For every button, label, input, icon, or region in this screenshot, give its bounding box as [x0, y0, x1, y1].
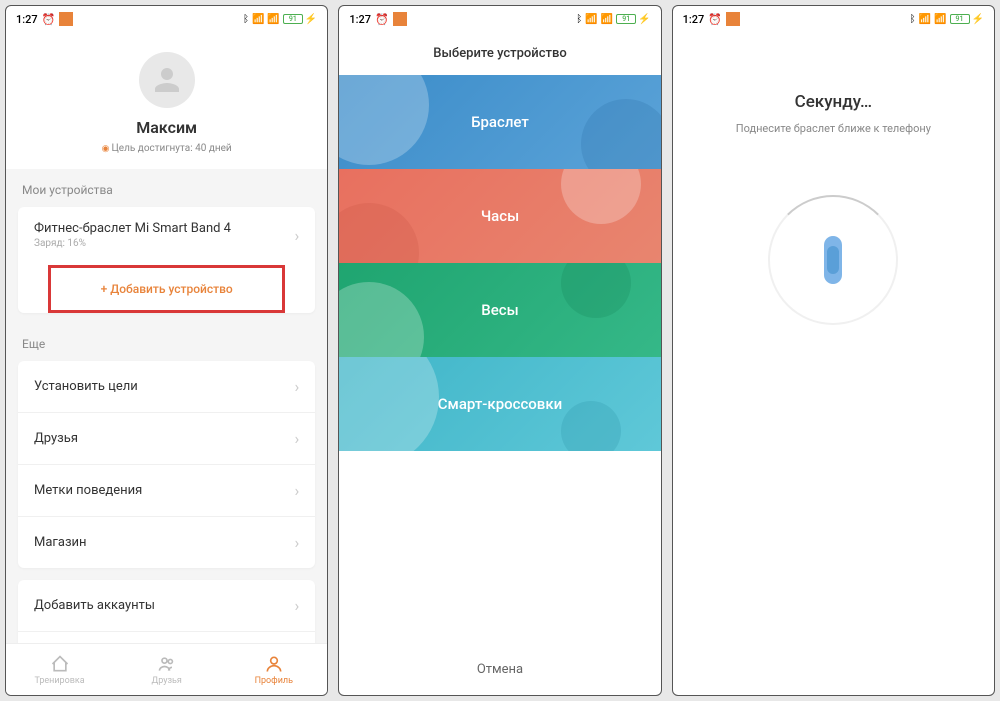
bluetooth-icon: ᛒ — [576, 14, 582, 25]
chevron-right-icon: › — [295, 377, 300, 396]
status-bar: 1:27 ⏰ ᛒ 📶 📶 91⚡ — [339, 6, 660, 32]
pairing-title: Секунду… — [795, 92, 872, 112]
charge-icon: ⚡ — [638, 14, 650, 25]
profile-header: Максим ◉Цель достигнута: 40 дней — [6, 32, 327, 169]
more-card: Установить цели› Друзья› Метки поведения… — [18, 361, 315, 568]
status-bar: 1:27 ⏰ ᛒ 📶 📶 91⚡ — [673, 6, 994, 32]
chevron-right-icon: › — [295, 596, 300, 615]
avatar[interactable] — [139, 52, 195, 108]
goal-icon: ◉ — [102, 144, 110, 154]
wifi-icon: 📶 — [267, 14, 279, 25]
people-icon — [157, 654, 177, 674]
chevron-right-icon: › — [295, 226, 300, 245]
goal-text: ◉Цель достигнута: 40 дней — [6, 143, 327, 154]
band-icon — [824, 236, 842, 284]
app-notif-icon — [59, 12, 73, 26]
devices-card: Фитнес-браслет Mi Smart Band 4 Заряд: 16… — [18, 207, 315, 313]
device-name: Фитнес-браслет Mi Smart Band 4 — [34, 221, 231, 236]
extra-card: Добавить аккаунты› Отчет об ошибке› — [18, 580, 315, 643]
chevron-right-icon: › — [295, 429, 300, 448]
list-item-friends[interactable]: Друзья› — [18, 413, 315, 465]
profile-icon — [264, 654, 284, 674]
list-item-store[interactable]: Магазин› — [18, 517, 315, 568]
bluetooth-icon: ᛒ — [243, 14, 249, 25]
more-section-label: Еще — [6, 323, 327, 361]
signal-icon: 📶 — [252, 14, 264, 25]
cancel-button[interactable]: Отмена — [339, 644, 660, 695]
status-icons: ᛒ 📶 📶 91⚡ — [910, 14, 984, 25]
username: Максим — [6, 118, 327, 137]
status-time: 1:27 — [683, 13, 705, 26]
battery-icon: 91 — [616, 14, 636, 24]
select-device-title: Выберите устройство — [339, 32, 660, 75]
app-notif-icon — [726, 12, 740, 26]
list-item-add-accounts[interactable]: Добавить аккаунты› — [18, 580, 315, 632]
list-item-report-bug[interactable]: Отчет об ошибке› — [18, 632, 315, 643]
home-icon — [50, 654, 70, 674]
pairing-subtitle: Поднесите браслет ближе к телефону — [736, 122, 931, 135]
bluetooth-icon: ᛒ — [910, 14, 916, 25]
status-time: 1:27 — [16, 13, 38, 26]
screen-profile: 1:27 ⏰ ᛒ 📶 📶 91⚡ Максим ◉Цель достигнута… — [5, 5, 328, 696]
nav-training[interactable]: Тренировка — [6, 644, 113, 695]
nav-profile[interactable]: Профиль — [220, 644, 327, 695]
add-device-button[interactable]: + Добавить устройство — [48, 265, 285, 313]
wifi-icon: 📶 — [934, 14, 946, 25]
wifi-icon: 📶 — [601, 14, 613, 25]
device-type-scale[interactable]: Весы — [339, 263, 660, 357]
status-bar: 1:27 ⏰ ᛒ 📶 📶 91⚡ — [6, 6, 327, 32]
device-row[interactable]: Фитнес-браслет Mi Smart Band 4 Заряд: 16… — [18, 207, 315, 263]
chevron-right-icon: › — [295, 481, 300, 500]
alarm-icon: ⏰ — [42, 13, 56, 26]
charge-icon: ⚡ — [972, 14, 984, 25]
device-type-shoes[interactable]: Смарт-кроссовки — [339, 357, 660, 451]
list-item-goals[interactable]: Установить цели› — [18, 361, 315, 413]
pairing-spinner — [768, 195, 898, 325]
chevron-right-icon: › — [295, 533, 300, 552]
status-time: 1:27 — [349, 13, 371, 26]
signal-icon: 📶 — [919, 14, 931, 25]
device-type-band[interactable]: Браслет — [339, 75, 660, 169]
app-notif-icon — [393, 12, 407, 26]
bottom-nav: Тренировка Друзья Профиль — [6, 643, 327, 695]
charge-icon: ⚡ — [305, 14, 317, 25]
battery-icon: 91 — [283, 14, 303, 24]
signal-icon: 📶 — [585, 14, 597, 25]
device-type-watch[interactable]: Часы — [339, 169, 660, 263]
alarm-icon: ⏰ — [708, 13, 722, 26]
screen-pairing: 1:27 ⏰ ᛒ 📶 📶 91⚡ Секунду… Поднесите брас… — [672, 5, 995, 696]
status-icons: ᛒ 📶 📶 91⚡ — [243, 14, 317, 25]
screen-select-device: 1:27 ⏰ ᛒ 📶 📶 91⚡ Выберите устройство Бра… — [338, 5, 661, 696]
list-item-behavior[interactable]: Метки поведения› — [18, 465, 315, 517]
battery-icon: 91 — [950, 14, 970, 24]
person-icon — [149, 62, 185, 98]
device-charge: Заряд: 16% — [34, 238, 231, 249]
status-icons: ᛒ 📶 📶 91⚡ — [576, 14, 650, 25]
devices-section-label: Мои устройства — [6, 169, 327, 207]
alarm-icon: ⏰ — [375, 13, 389, 26]
nav-friends[interactable]: Друзья — [113, 644, 220, 695]
